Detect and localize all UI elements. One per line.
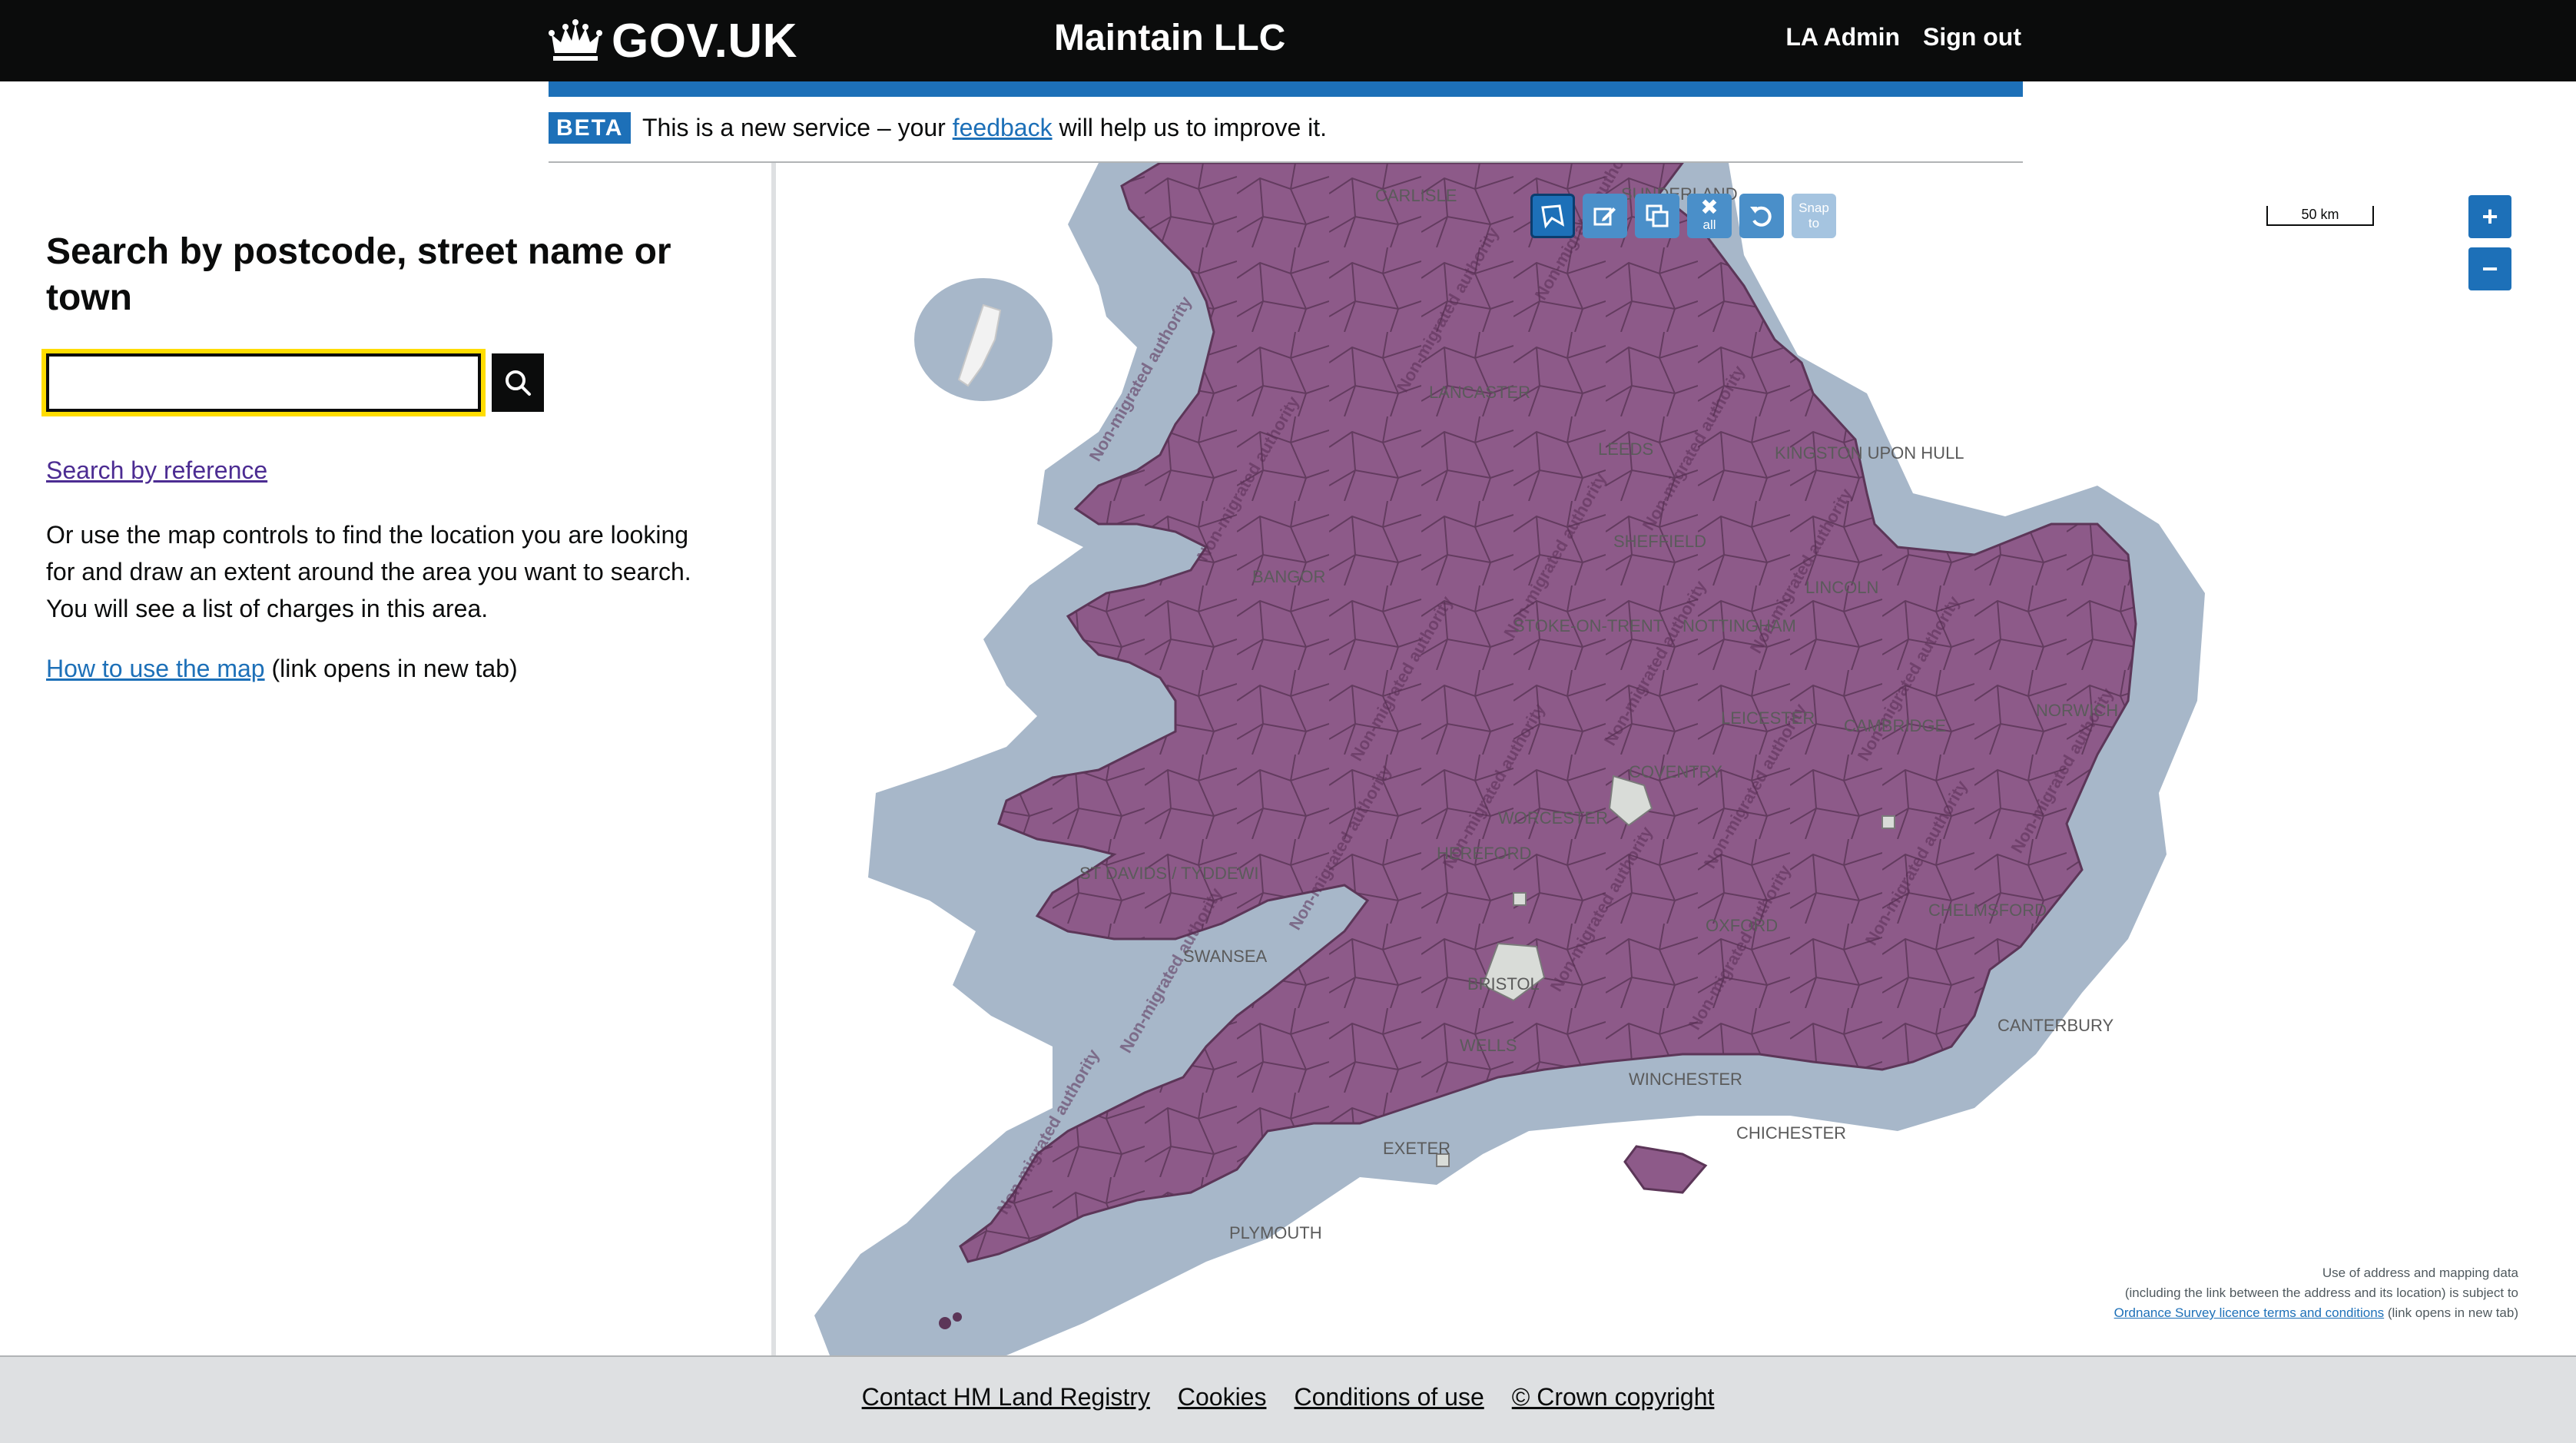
search-input[interactable] (41, 349, 486, 416)
snap-to-icon: Snap to (1799, 201, 1829, 231)
phase-text-after: will help us to improve it. (1052, 114, 1328, 141)
edit-icon (1593, 207, 1616, 226)
place-label: CHELMSFORD (1928, 901, 2047, 920)
place-label: WINCHESTER (1629, 1070, 1742, 1089)
search-by-reference-link[interactable]: Search by reference (46, 456, 267, 485)
undo-icon (1750, 206, 1772, 227)
place-label: OXFORD (1706, 916, 1778, 935)
how-to-use-map: How to use the map (link opens in new ta… (46, 655, 518, 683)
place-label: EXETER (1383, 1139, 1450, 1158)
footer-link-contact[interactable]: Contact HM Land Registry (862, 1383, 1150, 1411)
map-toolbar: ✖ all Snap to (1530, 194, 1836, 238)
footer-link-conditions[interactable]: Conditions of use (1294, 1383, 1484, 1411)
place-label: LINCOLN (1805, 578, 1878, 597)
clear-all-button[interactable]: ✖ all (1687, 194, 1732, 238)
place-label: LEICESTER (1721, 708, 1815, 728)
phase-banner-text: This is a new service – your feedback wi… (642, 114, 1327, 142)
search-heading: Search by postcode, street name or town (46, 231, 671, 318)
search-panel: Search by postcode, street name or town … (0, 163, 776, 1355)
attribution-line-3: Ordnance Survey licence terms and condit… (2114, 1303, 2518, 1323)
undo-button[interactable] (1739, 194, 1784, 238)
phase-text-before: This is a new service – your (642, 114, 953, 141)
footer-links: Contact HM Land Registry Cookies Conditi… (0, 1383, 2576, 1411)
site-footer: Contact HM Land Registry Cookies Conditi… (0, 1355, 2576, 1443)
header-navigation: LA Admin Sign out (1785, 23, 2021, 51)
attribution-line-2: (including the link between the address … (2124, 1285, 2518, 1300)
nav-la-admin[interactable]: LA Admin (1785, 23, 1900, 51)
place-label: CARLISLE (1375, 186, 1457, 205)
place-label: COVENTRY (1629, 762, 1722, 781)
place-label: SWANSEA (1183, 947, 1268, 966)
place-label: CAMBRIDGE (1844, 716, 1946, 735)
clear-all-icon: ✖ all (1700, 194, 1719, 232)
feedback-link[interactable]: feedback (953, 114, 1053, 141)
map-viewport[interactable]: Non-migrated authority Non-migrated auth… (776, 163, 2576, 1355)
place-label: CHICHESTER (1736, 1123, 1846, 1143)
place-label: STOKE-ON-TRENT (1513, 616, 1663, 635)
search-intro-text: Or use the map controls to find the loca… (46, 521, 691, 622)
place-label: KINGSTON UPON HULL (1775, 443, 1964, 463)
place-label: BANGOR (1252, 567, 1325, 586)
place-label: HEREFORD (1437, 844, 1531, 863)
os-licence-link[interactable]: Ordnance Survey licence terms and condit… (2114, 1305, 2385, 1320)
site-header: GOV.UK Maintain LLC LA Admin Sign out (0, 0, 2576, 81)
place-label: NOTTINGHAM (1683, 616, 1796, 635)
clear-all-label: all (1702, 217, 1716, 232)
header-blue-bar (549, 81, 2023, 97)
place-label: BRISTOL (1467, 974, 1540, 994)
zoom-out-button[interactable]: − (2468, 247, 2511, 290)
zoom-in-button[interactable]: + (2468, 195, 2511, 238)
map-canvas[interactable]: Non-migrated authority Non-migrated auth… (776, 163, 2576, 1355)
attribution-suffix: (link opens in new tab) (2384, 1305, 2518, 1320)
place-label: PLYMOUTH (1229, 1223, 1322, 1242)
draw-polygon-icon (1541, 204, 1564, 229)
place-label: SHEFFIELD (1613, 532, 1706, 551)
nav-sign-out[interactable]: Sign out (1923, 23, 2021, 51)
beta-tag: BETA (549, 112, 632, 144)
draw-polygon-button[interactable] (1530, 194, 1575, 238)
place-label: CANTERBURY (1997, 1016, 2114, 1035)
logo-text: GOV.UK (612, 14, 797, 68)
how-to-suffix: (link opens in new tab) (264, 655, 518, 682)
how-to-use-map-link[interactable]: How to use the map (46, 655, 265, 682)
edit-button[interactable] (1583, 194, 1627, 238)
place-label: WORCESTER (1498, 808, 1608, 828)
scale-bar: 50 km (2266, 206, 2374, 226)
footer-link-cookies[interactable]: Cookies (1178, 1383, 1267, 1411)
copy-button[interactable] (1635, 194, 1679, 238)
govuk-logo-link[interactable]: GOV.UK (549, 14, 797, 68)
service-name-link[interactable]: Maintain LLC (1054, 17, 1285, 59)
place-label: ST DAVIDS / TYDDEWI (1079, 864, 1258, 883)
copy-icon (1646, 204, 1669, 227)
place-label: WELLS (1460, 1036, 1517, 1055)
search-icon (506, 370, 531, 396)
footer-link-copyright[interactable]: © Crown copyright (1512, 1383, 1715, 1411)
place-label: NORWICH (2036, 701, 2118, 720)
map-attribution: Use of address and mapping data (includi… (2114, 1263, 2518, 1323)
attribution-line-1: Use of address and mapping data (2322, 1266, 2518, 1280)
phase-banner: BETA This is a new service – your feedba… (549, 97, 2023, 163)
crown-icon (549, 19, 602, 61)
search-button[interactable] (492, 353, 544, 412)
snap-to-button[interactable]: Snap to (1792, 194, 1836, 238)
place-label: LANCASTER (1429, 383, 1530, 402)
place-label: LEEDS (1598, 440, 1653, 459)
